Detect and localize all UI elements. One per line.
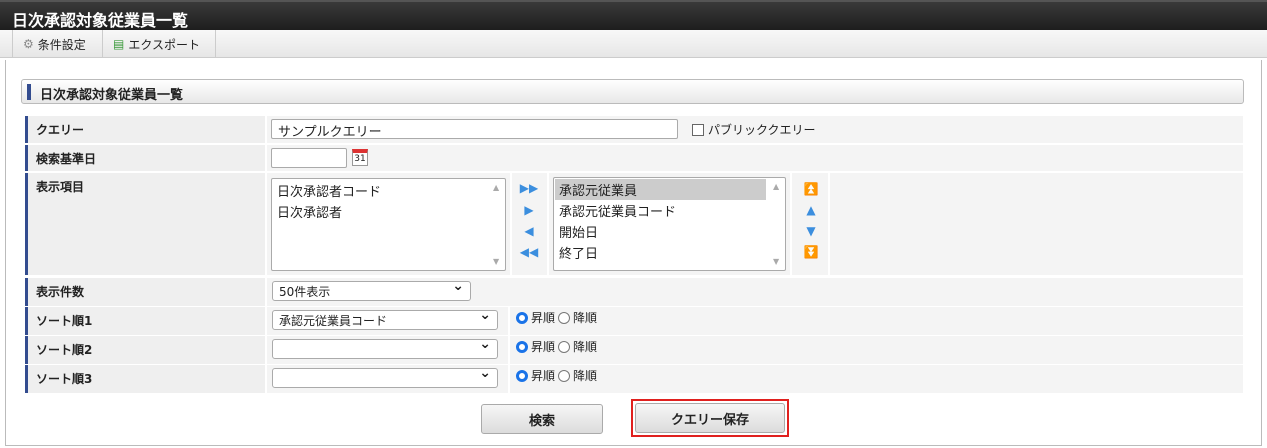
toolbar: ⚙ 条件設定 ▤ エクスポート xyxy=(0,30,1267,58)
available-items-list[interactable]: 日次承認者コード 日次承認者 ▲ ▼ xyxy=(271,178,506,271)
sort1-select[interactable]: 承認元従業員コード xyxy=(272,307,498,330)
public-query-label: パブリッククエリー xyxy=(708,123,816,137)
add-icon[interactable]: ▶ xyxy=(519,203,539,217)
sort2-select[interactable] xyxy=(272,336,498,359)
divider xyxy=(547,173,549,275)
list-item[interactable]: 終了日 xyxy=(555,242,784,263)
gear-icon: ⚙ xyxy=(23,37,34,51)
remove-all-icon[interactable]: ◀◀ xyxy=(519,245,539,259)
conditions-label: 条件設定 xyxy=(37,37,86,52)
selected-items-list[interactable]: 承認元従業員 承認元従業員コード 開始日 終了日 ▲ ▼ xyxy=(553,177,786,271)
query-label: クエリー xyxy=(25,116,265,143)
sort3-order: 昇順 降順 xyxy=(516,367,597,384)
sort3-label: ソート順3 xyxy=(25,365,265,393)
export-icon: ▤ xyxy=(113,37,125,51)
asc-radio[interactable] xyxy=(516,340,528,353)
desc-label: 降順 xyxy=(573,369,598,383)
conditions-button[interactable]: ⚙ 条件設定 xyxy=(12,30,96,58)
move-top-icon[interactable]: ⏫ xyxy=(801,182,821,196)
list-item[interactable]: 日次承認者 xyxy=(273,201,504,222)
section-header: 日次承認対象従業員一覧 xyxy=(21,79,1244,104)
scrollbar[interactable]: ▲ ▼ xyxy=(489,179,505,270)
save-query-button[interactable]: クエリー保存 xyxy=(635,403,785,433)
asc-radio[interactable] xyxy=(516,369,528,382)
window-title: 日次承認対象従業員一覧 xyxy=(0,0,1267,30)
desc-radio[interactable] xyxy=(558,369,571,382)
list-item[interactable]: 日次承認者コード xyxy=(273,180,504,201)
asc-label: 昇順 xyxy=(531,369,556,383)
divider xyxy=(508,307,510,335)
checkbox-box[interactable] xyxy=(692,123,704,136)
sort1-order: 昇順 降順 xyxy=(516,309,597,326)
move-bottom-icon[interactable]: ⏬ xyxy=(801,245,821,259)
sort2-label: ソート順2 xyxy=(25,336,265,364)
list-item[interactable]: 承認元従業員コード xyxy=(555,200,784,221)
list-item[interactable]: 承認元従業員 xyxy=(555,179,766,200)
count-label: 表示件数 xyxy=(25,278,265,306)
sort1-label: ソート順1 xyxy=(25,307,265,335)
desc-label: 降順 xyxy=(573,311,598,325)
list-item[interactable]: 開始日 xyxy=(555,221,784,242)
sort3-select[interactable] xyxy=(272,365,498,388)
base-date-input[interactable] xyxy=(271,148,347,168)
public-query-checkbox[interactable]: パブリッククエリー xyxy=(692,121,816,138)
export-button[interactable]: ▤ エクスポート xyxy=(102,30,216,58)
divider xyxy=(790,173,792,275)
scrollbar[interactable]: ▲ ▼ xyxy=(769,178,785,270)
divider xyxy=(508,365,510,393)
base-date-label: 検索基準日 xyxy=(25,145,265,171)
count-select[interactable]: 50件表示 xyxy=(272,278,471,301)
display-items-label: 表示項目 xyxy=(25,173,265,275)
search-button[interactable]: 検索 xyxy=(481,404,603,434)
base-date-cell xyxy=(267,145,1243,171)
export-label: エクスポート xyxy=(128,37,200,52)
desc-radio[interactable] xyxy=(558,340,571,353)
divider xyxy=(508,336,510,364)
desc-label: 降順 xyxy=(573,340,598,354)
move-down-icon[interactable]: ▼ xyxy=(801,224,821,238)
sort2-order: 昇順 降順 xyxy=(516,338,597,355)
asc-radio[interactable] xyxy=(516,311,528,324)
remove-icon[interactable]: ◀ xyxy=(519,224,539,238)
move-up-icon[interactable]: ▲ xyxy=(801,203,821,217)
asc-label: 昇順 xyxy=(531,340,556,354)
query-input[interactable]: サンプルクエリー xyxy=(271,119,678,140)
add-all-icon[interactable]: ▶▶ xyxy=(519,181,539,195)
calendar-icon[interactable]: 31 xyxy=(352,149,368,166)
asc-label: 昇順 xyxy=(531,311,556,325)
desc-radio[interactable] xyxy=(558,311,571,324)
divider xyxy=(510,173,512,275)
divider xyxy=(828,173,830,275)
